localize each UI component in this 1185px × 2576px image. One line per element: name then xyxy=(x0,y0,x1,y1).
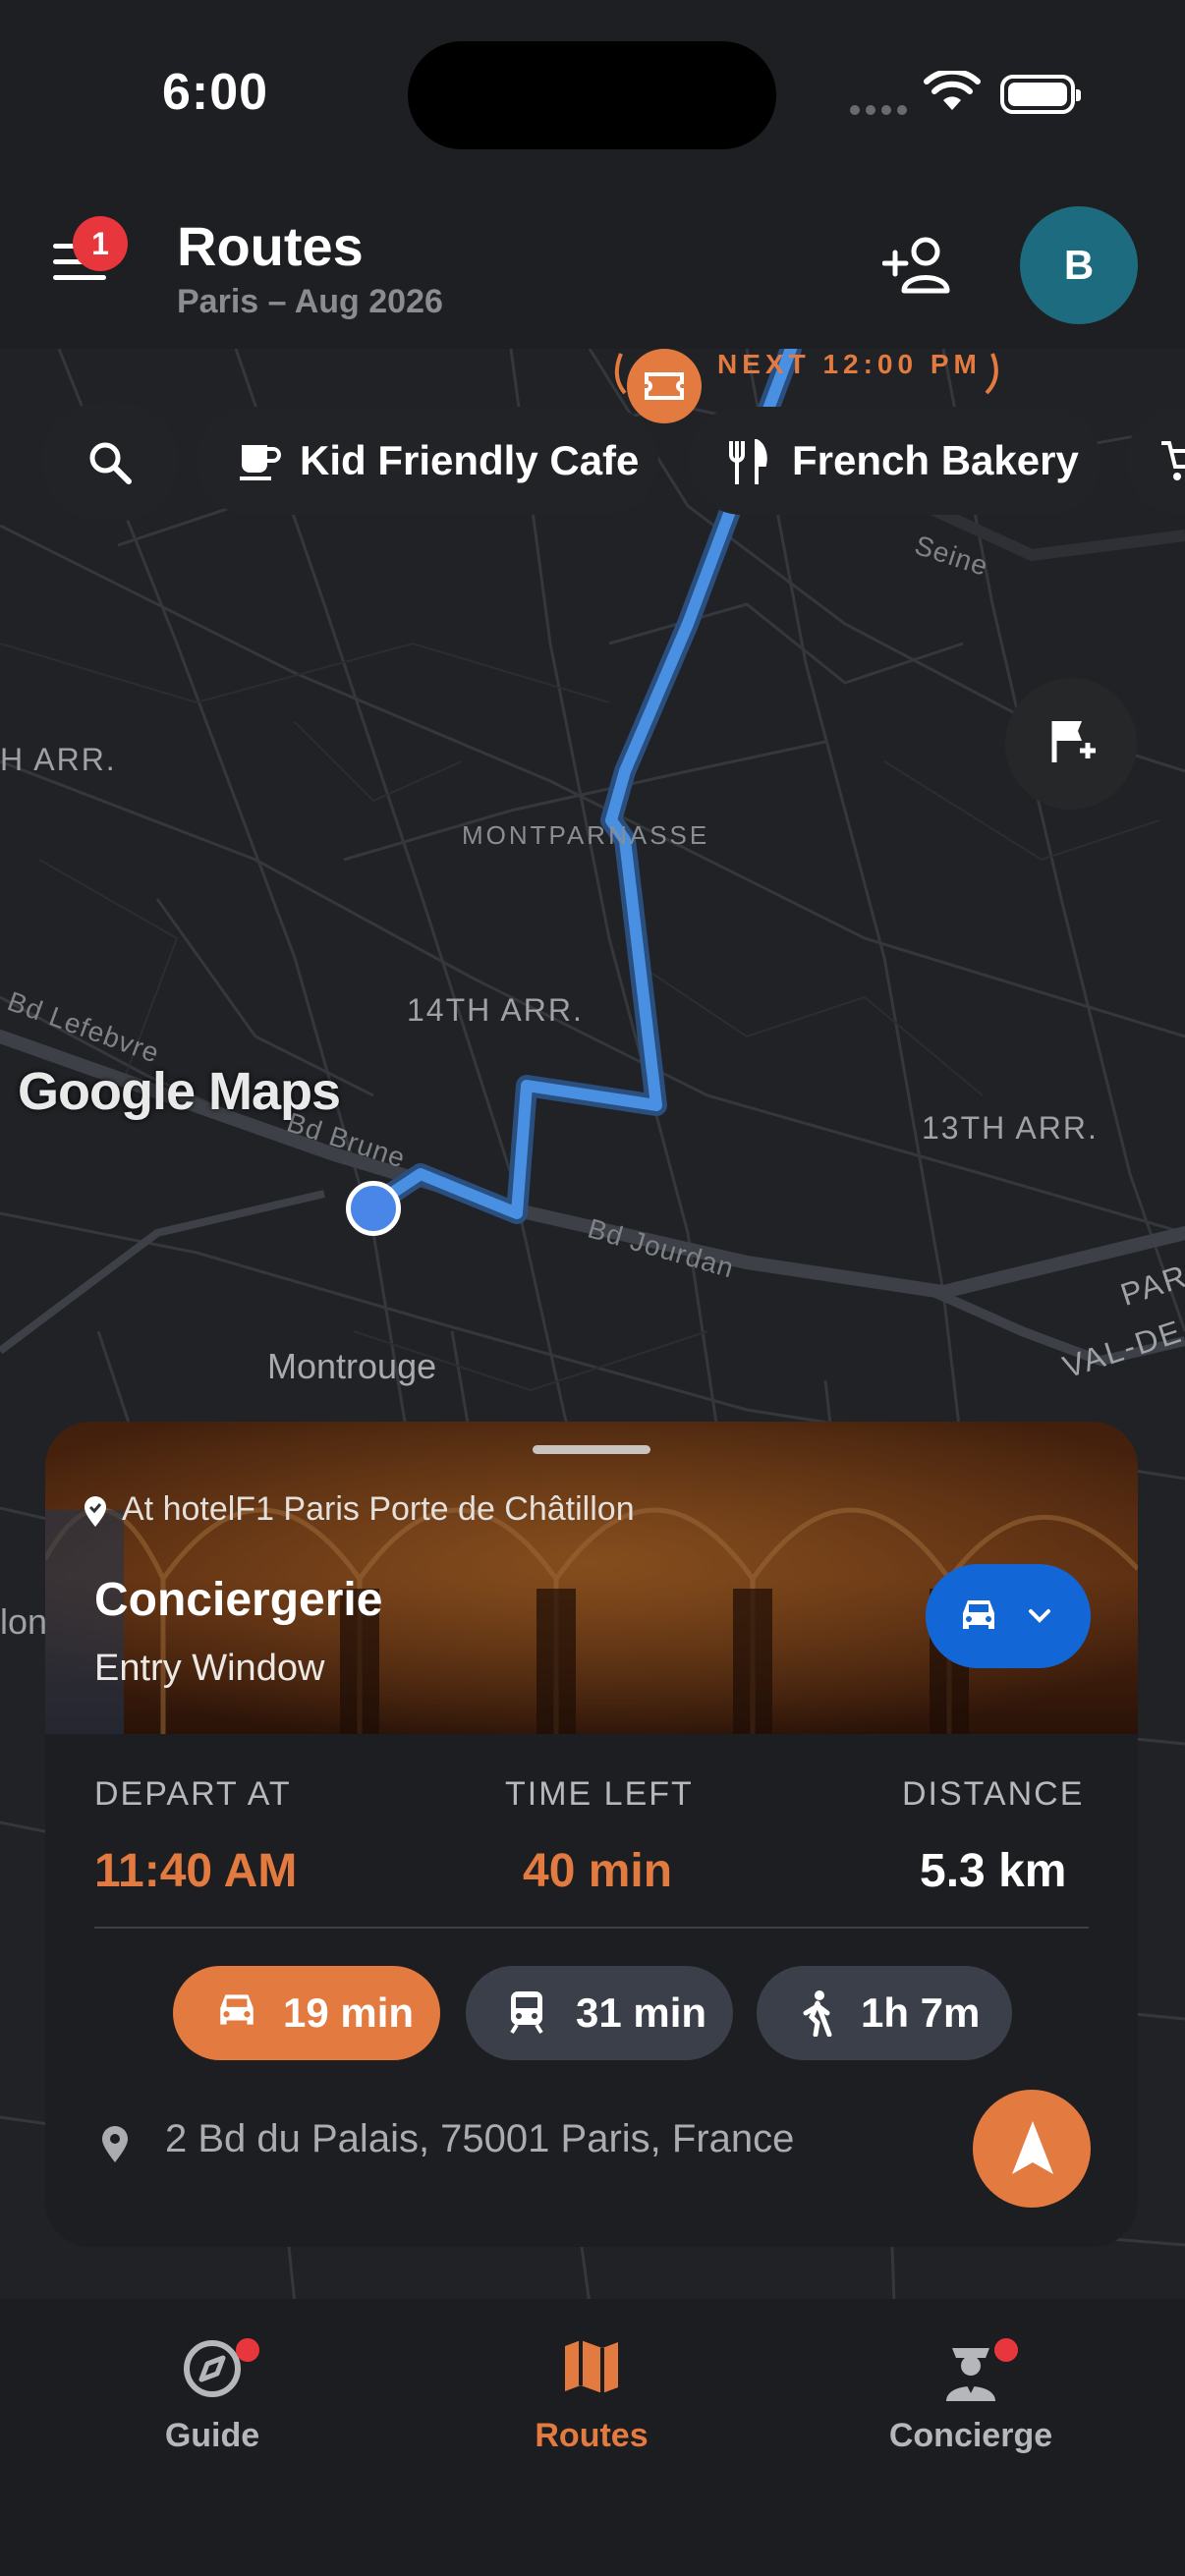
filter-chip-shopping[interactable] xyxy=(1126,407,1185,515)
car-icon xyxy=(963,1600,994,1629)
start-location-text: At hotelF1 Paris Porte de Châtillon xyxy=(122,1490,635,1528)
car-icon xyxy=(220,1994,254,2025)
chevron-down-icon xyxy=(1029,1609,1050,1623)
mode-car-time: 19 min xyxy=(283,1989,415,2036)
bottom-tab-bar: Guide Routes Concierge xyxy=(0,2299,1185,2576)
concierge-icon xyxy=(946,2348,995,2401)
app-header: 1 Routes Paris – Aug 2026 B xyxy=(0,187,1185,349)
map-icon xyxy=(565,2340,618,2393)
mode-transit-button[interactable]: 31 min xyxy=(466,1966,733,2060)
search-icon xyxy=(89,442,132,484)
destination-sheet[interactable]: At hotelF1 Paris Porte de Châtillon Conc… xyxy=(45,1422,1138,2247)
coffee-icon xyxy=(240,445,281,480)
map-label-13th: 13TH ARR. xyxy=(922,1110,1099,1146)
mode-walk-button[interactable]: 1h 7m xyxy=(757,1966,1012,2060)
location-check-icon xyxy=(85,1496,106,1527)
sheet-grab-handle[interactable] xyxy=(533,1445,650,1454)
mode-car-button[interactable]: 19 min xyxy=(173,1966,440,2060)
depart-label: DEPART AT xyxy=(94,1775,292,1813)
add-waypoint-button[interactable] xyxy=(1005,678,1137,810)
travel-mode-dropdown[interactable] xyxy=(926,1564,1091,1668)
map-label-montrouge: Montrouge xyxy=(267,1346,437,1386)
divider xyxy=(94,1927,1089,1929)
notification-badge: 1 xyxy=(73,216,128,271)
distance-value: 5.3 km xyxy=(920,1845,1067,1897)
map-label-lon: lon xyxy=(0,1601,48,1642)
concierge-notification-dot xyxy=(994,2338,1018,2362)
tab-guide[interactable]: Guide xyxy=(114,2334,310,2455)
dynamic-island xyxy=(408,41,776,149)
utensils-icon xyxy=(729,439,767,484)
time-left-value: 40 min xyxy=(523,1845,673,1897)
destination-subtitle: Entry Window xyxy=(94,1648,325,1689)
cart-icon xyxy=(1161,441,1185,480)
filter-chip-kid-friendly-cafe[interactable]: Kid Friendly Cafe xyxy=(197,407,658,515)
add-user-icon[interactable] xyxy=(882,236,955,295)
tab-routes-label: Routes xyxy=(535,2417,649,2454)
tab-concierge-label: Concierge xyxy=(888,2417,1053,2454)
status-bar: 6:00 xyxy=(0,0,1185,187)
mode-walk-time: 1h 7m xyxy=(861,1989,981,2036)
destination-name: Conciergerie xyxy=(94,1574,383,1626)
depart-value: 11:40 AM xyxy=(94,1845,298,1897)
battery-icon xyxy=(1000,75,1081,114)
compass-icon xyxy=(184,2340,241,2397)
tab-guide-label: Guide xyxy=(164,2417,260,2454)
destination-address[interactable]: 2 Bd du Palais, 75001 Paris, France xyxy=(165,2117,794,2161)
walk-icon xyxy=(803,1990,832,2037)
time-left-label: TIME LEFT xyxy=(505,1775,694,1813)
map-label-arr: H ARR. xyxy=(0,742,117,777)
tab-concierge[interactable]: Concierge xyxy=(873,2334,1069,2455)
tab-routes[interactable]: Routes xyxy=(493,2334,690,2455)
search-button[interactable] xyxy=(41,403,179,521)
filter-chip-label: French Bakery xyxy=(792,437,1079,483)
page-subtitle: Paris – Aug 2026 xyxy=(177,283,443,320)
next-event-label[interactable]: NEXT 12:00 PM xyxy=(717,349,982,380)
train-icon xyxy=(510,1991,543,2035)
signal-icon xyxy=(850,102,913,120)
current-location-marker xyxy=(346,1181,401,1236)
status-time: 6:00 xyxy=(162,64,269,121)
start-location: At hotelF1 Paris Porte de Châtillon xyxy=(85,1490,635,1529)
filter-chip-french-bakery[interactable]: French Bakery xyxy=(688,407,1100,515)
wifi-icon xyxy=(924,71,981,110)
start-navigation-button[interactable] xyxy=(973,2090,1091,2208)
distance-label: DISTANCE xyxy=(902,1775,1085,1813)
page-title: Routes xyxy=(177,215,364,277)
location-pin-icon xyxy=(102,2126,128,2162)
guide-notification-dot xyxy=(236,2338,259,2362)
flag-plus-icon xyxy=(1051,721,1096,762)
map-label-14th: 14TH ARR. xyxy=(407,992,584,1028)
google-maps-logo: Google Maps xyxy=(18,1062,341,1121)
destination-hero-image: At hotelF1 Paris Porte de Châtillon Conc… xyxy=(45,1422,1138,1734)
map-label-montparnasse: MONTPARNASSE xyxy=(462,820,710,850)
mode-transit-time: 31 min xyxy=(576,1989,707,2036)
filter-chip-row: Kid Friendly Cafe French Bakery xyxy=(0,383,1185,521)
filter-chip-label: Kid Friendly Cafe xyxy=(300,437,640,483)
avatar[interactable]: B xyxy=(1020,206,1138,324)
navigation-arrow-icon xyxy=(1012,2121,1053,2174)
